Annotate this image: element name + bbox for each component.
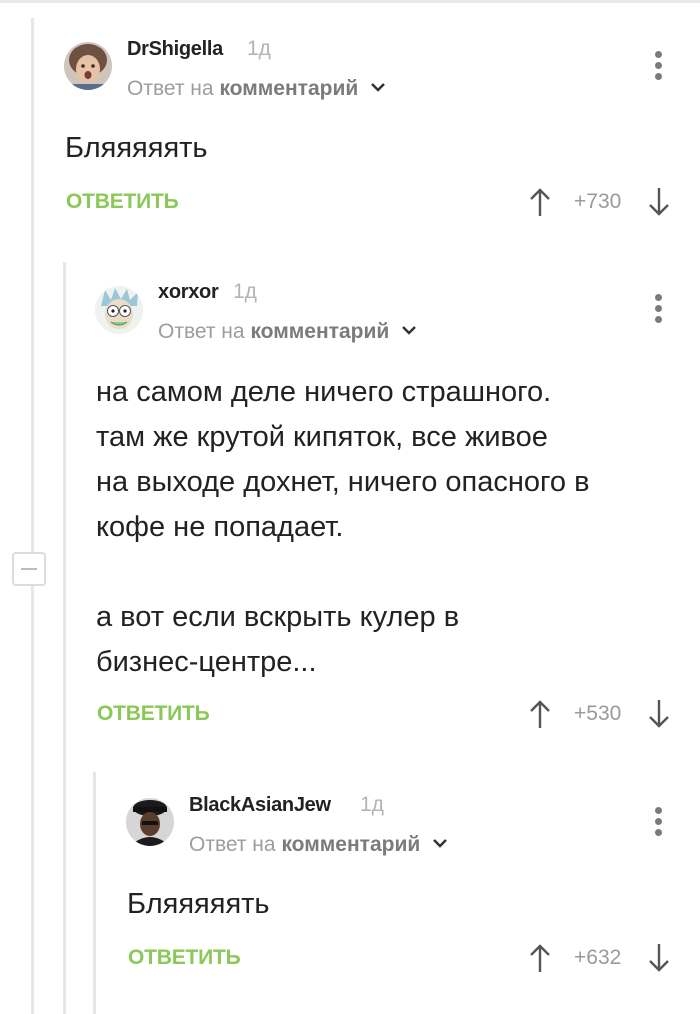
reply-to-link[interactable]: Ответ на комментарий	[127, 77, 386, 101]
chevron-down-icon	[433, 839, 447, 849]
minus-icon	[21, 568, 37, 570]
arrow-up-icon[interactable]	[528, 699, 552, 729]
reply-to-target: комментарий	[281, 833, 421, 856]
reply-button[interactable]: ОТВЕТИТЬ	[97, 702, 210, 726]
reply-to-link[interactable]: Ответ на комментарий	[158, 320, 417, 344]
comment-text-line: кофе не попадает.	[96, 511, 344, 543]
comment-text-line: Бляяяяять	[65, 132, 208, 164]
username[interactable]: xorxor	[158, 281, 219, 304]
thread-line-level-1[interactable]	[31, 18, 34, 1014]
reply-to-prefix: Ответ на	[158, 320, 245, 343]
timestamp: 1д	[360, 793, 384, 816]
timestamp: 1д	[247, 37, 271, 60]
more-vertical-icon[interactable]	[646, 804, 672, 840]
reply-button[interactable]: ОТВЕТИТЬ	[66, 190, 179, 214]
avatar[interactable]	[95, 286, 143, 334]
comment-text-line: там же крутой кипяток, все живое	[96, 421, 548, 453]
comment-text-line: на самом деле ничего страшного.	[96, 376, 552, 408]
comment-text-line: Бляяяяять	[127, 888, 270, 920]
top-divider	[0, 0, 700, 3]
more-vertical-icon[interactable]	[646, 48, 672, 84]
more-vertical-icon[interactable]	[646, 291, 672, 327]
username[interactable]: DrShigella	[127, 38, 223, 61]
reply-to-target: комментарий	[250, 320, 390, 343]
username[interactable]: BlackAsianJew	[189, 794, 331, 817]
thread-line-level-3[interactable]	[93, 772, 96, 1014]
comment-text-line: на выходе дохнет, ничего опасного в	[96, 466, 590, 498]
chevron-down-icon	[371, 83, 385, 93]
chevron-down-icon	[402, 326, 416, 336]
collapse-thread-button[interactable]	[12, 552, 46, 586]
arrow-up-icon[interactable]	[528, 943, 552, 973]
rating-value: +530	[574, 702, 622, 725]
arrow-down-icon[interactable]	[647, 699, 671, 729]
reply-to-prefix: Ответ на	[127, 77, 214, 100]
reply-to-link[interactable]: Ответ на комментарий	[189, 833, 448, 857]
avatar[interactable]	[64, 42, 112, 90]
reply-to-target: комментарий	[219, 77, 359, 100]
arrow-down-icon[interactable]	[647, 943, 671, 973]
arrow-up-icon[interactable]	[528, 187, 552, 217]
timestamp: 1д	[233, 280, 257, 303]
thread-line-level-2[interactable]	[63, 262, 66, 1014]
reply-button[interactable]: ОТВЕТИТЬ	[128, 946, 241, 970]
rating-value: +632	[574, 946, 622, 969]
reply-to-prefix: Ответ на	[189, 833, 276, 856]
rating-value: +730	[574, 190, 622, 213]
comment-text-line: бизнес-центре...	[96, 646, 317, 678]
comment-text-line: а вот если вскрыть кулер в	[96, 601, 460, 633]
avatar[interactable]	[126, 798, 174, 846]
arrow-down-icon[interactable]	[647, 187, 671, 217]
